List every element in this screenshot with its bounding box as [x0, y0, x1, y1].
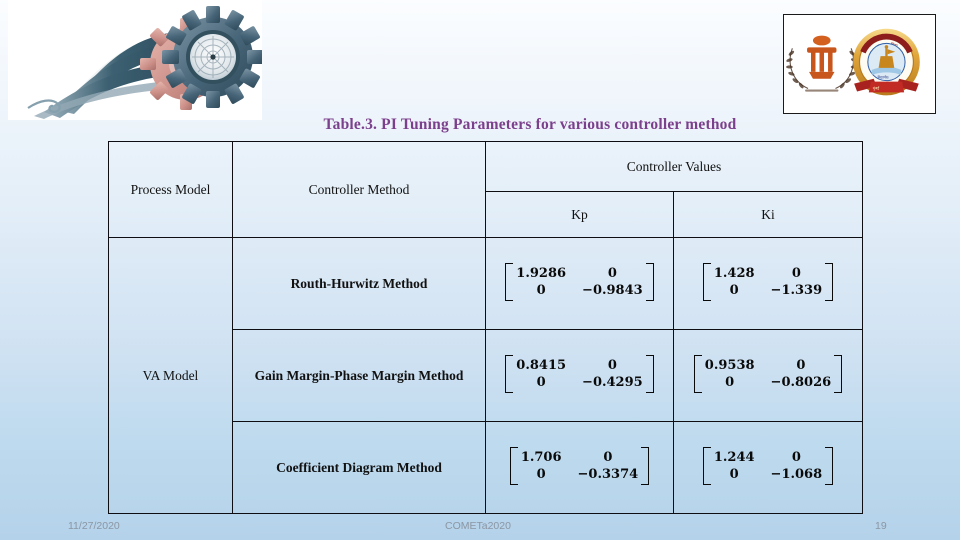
footer-date: 11/27/2020 — [68, 520, 120, 532]
gears-ribbon-illustration — [27, 6, 262, 119]
cell-kp-2: 1.706 0 0 −0.3374 — [485, 421, 674, 514]
institution-logos-illustration: महा विद्या विद्यापीठ मुंबई — [786, 28, 920, 96]
matrix-entry: 0.9538 — [704, 357, 755, 373]
bracket-right — [825, 446, 834, 485]
university-seal-logo: महा विद्या विद्यापीठ मुंबई — [853, 28, 920, 96]
cell-method-0: Routh-Hurwitz Method — [232, 237, 486, 330]
matrix-entry: 0 — [791, 265, 801, 281]
bracket-right — [834, 354, 843, 393]
matrix-entry: −1.339 — [770, 282, 823, 298]
page-title: Table.3. PI Tuning Parameters for variou… — [323, 116, 737, 133]
cell-kp-1: 0.8415 0 0 −0.4295 — [485, 329, 674, 422]
matrix-entry: −0.4295 — [582, 374, 643, 390]
matrix-entry: −0.9843 — [582, 282, 643, 298]
svg-text:विद्यापीठ: विद्यापीठ — [878, 75, 890, 80]
matrix-entry: 0 — [607, 265, 617, 281]
gears-and-ribbon-graphic — [8, 0, 262, 120]
matrix-kp-0: 1.9286 0 0 −0.9843 — [505, 262, 654, 301]
matrix-kp-1: 0.8415 0 0 −0.4295 — [505, 354, 654, 393]
matrix-entry: 0 — [796, 357, 806, 373]
footer-conference: COMETa2020 — [445, 520, 511, 532]
matrix-entry: 0 — [607, 357, 617, 373]
matrix-entry: 0 — [725, 374, 735, 390]
bracket-left — [505, 262, 514, 301]
table-row: VA Model Routh-Hurwitz Method 1.9286 0 0… — [108, 237, 863, 514]
laurel-crest-logo — [786, 35, 858, 92]
matrix-entry: 0 — [729, 466, 739, 482]
matrix-entry: 0 — [536, 282, 546, 298]
header-controller-method: Controller Method — [232, 141, 486, 238]
table-header-row-primary: Process Model Controller Method Controll… — [108, 141, 863, 238]
matrix-entry: 0 — [729, 282, 739, 298]
header-kp: Kp — [485, 191, 674, 238]
bracket-left — [509, 446, 518, 485]
bracket-left — [702, 446, 711, 485]
institution-logos: महा विद्या विद्यापीठ मुंबई — [783, 14, 936, 114]
matrix-entry: 0 — [603, 449, 613, 465]
matrix-ki-1: 0.9538 0 0 −0.8026 — [693, 354, 843, 393]
header-process-model: Process Model — [108, 141, 233, 238]
cell-ki-1: 0.9538 0 0 −0.8026 — [673, 329, 863, 422]
matrix-entry: −0.8026 — [770, 374, 832, 390]
cell-ki-2: 1.244 0 0 −1.068 — [673, 421, 863, 514]
cell-ki-0: 1.428 0 0 −1.339 — [673, 237, 863, 330]
bracket-left — [505, 354, 514, 393]
header-ki: Ki — [673, 191, 863, 238]
matrix-entry: −1.068 — [770, 466, 823, 482]
cell-kp-0: 1.9286 0 0 −0.9843 — [485, 237, 674, 330]
cell-process-model-value: VA Model — [108, 237, 233, 514]
matrix-entry: 0.8415 — [516, 357, 567, 373]
bracket-right — [641, 446, 650, 485]
matrix-entry: −0.3374 — [577, 466, 639, 482]
matrix-entry: 0 — [536, 466, 546, 482]
bracket-right — [645, 354, 654, 393]
matrix-ki-2: 1.244 0 0 −1.068 — [702, 446, 834, 485]
cell-method-2: Coefficient Diagram Method — [232, 421, 486, 514]
bracket-left — [693, 354, 702, 393]
matrix-entry: 1.706 — [520, 449, 562, 465]
matrix-kp-2: 1.706 0 0 −0.3374 — [509, 446, 650, 485]
cell-method-1: Gain Margin-Phase Margin Method — [232, 329, 486, 422]
matrix-ki-0: 1.428 0 0 −1.339 — [702, 262, 834, 301]
pi-tuning-parameters-table: Process Model Controller Method Controll… — [108, 141, 863, 514]
matrix-entry: 1.9286 — [516, 265, 567, 281]
header-controller-values: Controller Values — [485, 141, 863, 192]
matrix-entry: 1.244 — [713, 449, 755, 465]
matrix-entry: 0 — [791, 449, 801, 465]
footer-page-number: 19 — [875, 520, 887, 532]
bracket-left — [702, 262, 711, 301]
matrix-entry: 0 — [536, 374, 546, 390]
bracket-right — [825, 262, 834, 301]
matrix-entry: 1.428 — [713, 265, 755, 281]
bracket-right — [645, 262, 654, 301]
